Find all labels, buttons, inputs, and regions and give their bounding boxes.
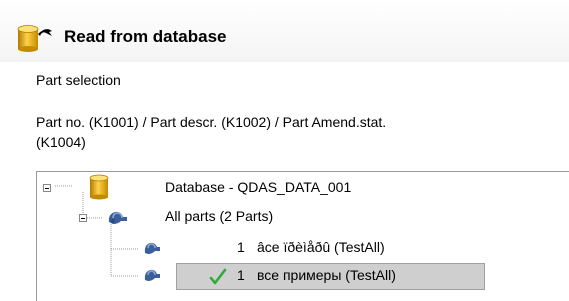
tree-item-label[interactable]: âce ïðèìåðû (TestAll) — [257, 239, 385, 255]
part-icon — [143, 239, 161, 260]
tree-item-label[interactable]: все примеры (TestAll) — [257, 267, 396, 283]
parts-icon — [107, 208, 129, 229]
fields-description-line2: (K1004) — [36, 134, 86, 150]
dialog-title: Read from database — [64, 27, 227, 46]
dialog-header: Read from database — [0, 0, 569, 62]
checkmark-icon — [209, 268, 227, 289]
tree-root-label[interactable]: Database - QDAS_DATA_001 — [165, 179, 351, 195]
fields-description-line1: Part no. (K1001) / Part descr. (K1002) /… — [36, 114, 387, 130]
tree-group-label[interactable]: All parts (2 Parts) — [165, 208, 273, 224]
part-tree[interactable]: Database - QDAS_DATA_001 All parts (2 Pa… — [36, 171, 569, 301]
database-icon — [89, 174, 109, 203]
group-collapse-toggle[interactable] — [79, 214, 87, 222]
tree-item-number: 1 — [237, 239, 245, 255]
section-label: Part selection — [36, 72, 121, 88]
root-collapse-toggle[interactable] — [43, 184, 51, 192]
part-icon — [143, 266, 161, 287]
tree-item-number: 1 — [237, 267, 245, 283]
database-icon — [16, 24, 54, 55]
